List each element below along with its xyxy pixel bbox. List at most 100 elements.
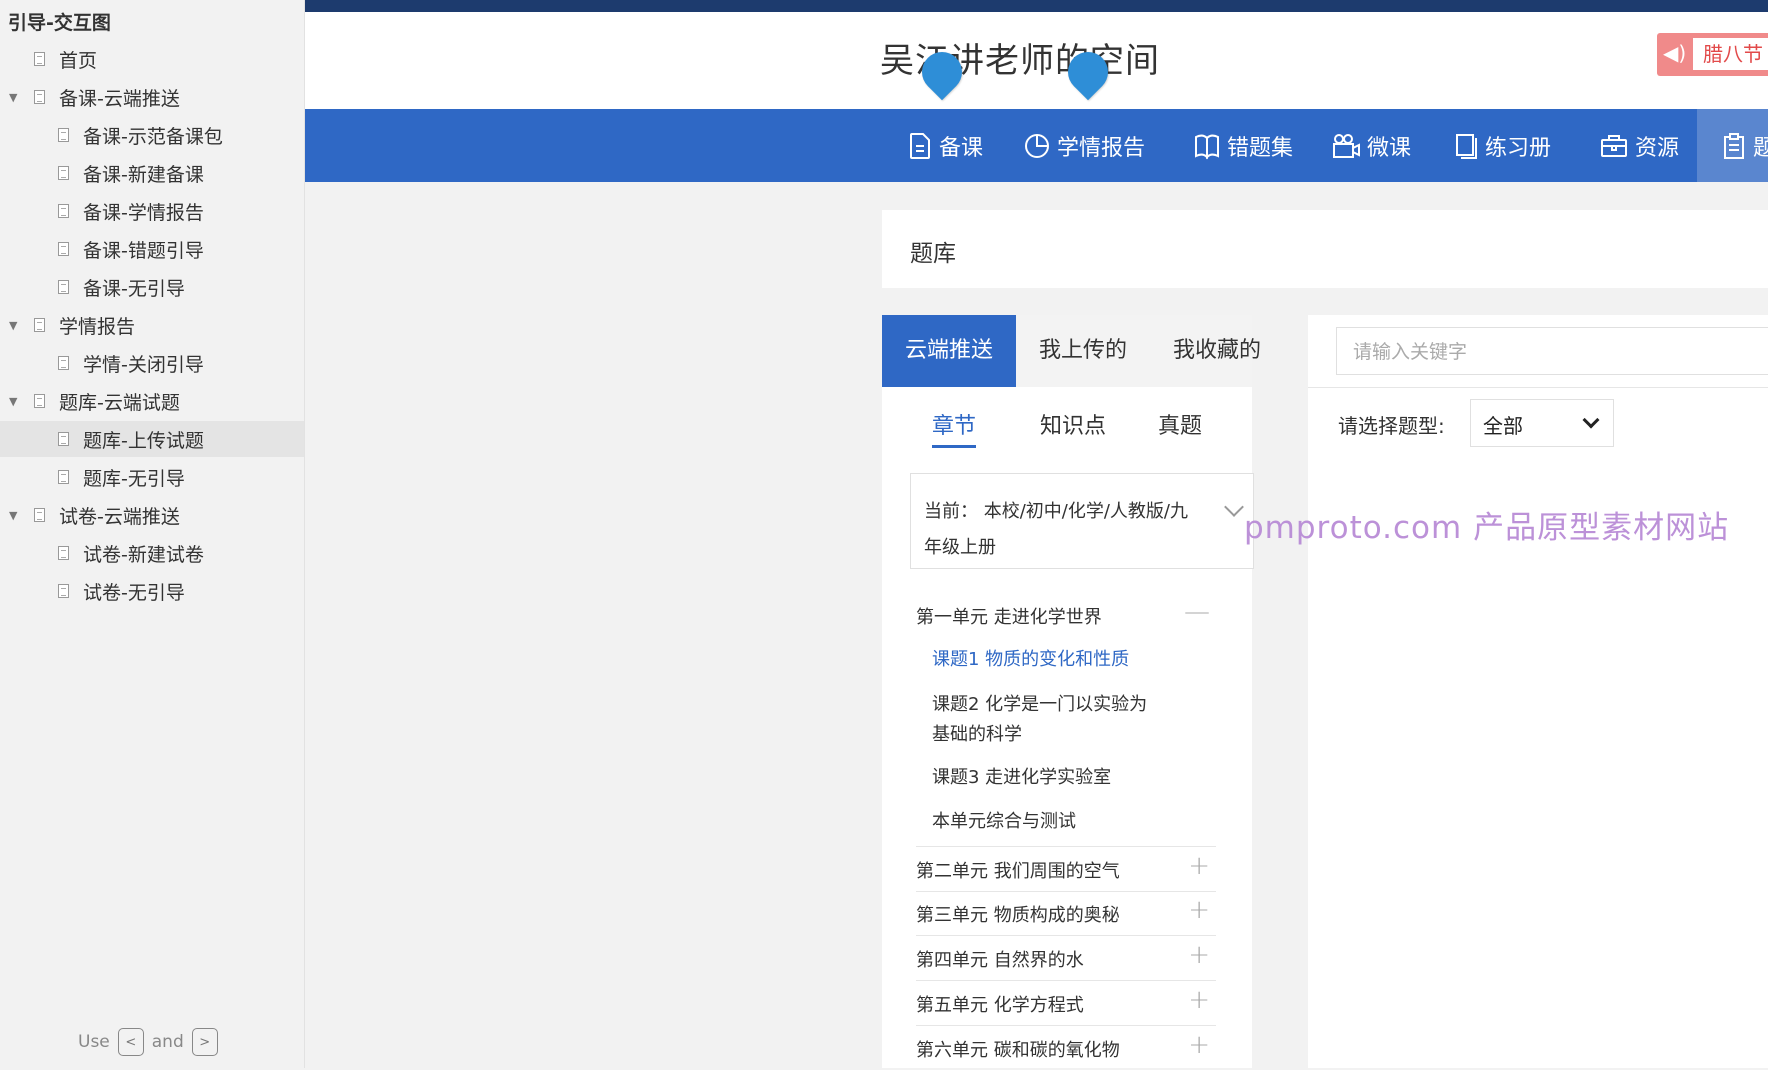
unit-item[interactable]: 第四单元 自然界的水 + (916, 936, 1216, 981)
scope-selector[interactable]: 当前： 本校/初中/化学/人教版/九年级上册 (910, 473, 1254, 569)
sidebar-item-bank-none[interactable]: 题库-无引导 (0, 459, 304, 495)
sidebar-item-label: 备课-学情报告 (83, 201, 204, 224)
lesson-item[interactable]: 课题3 走进化学实验室 (932, 763, 1162, 793)
chevron-down-icon (1582, 411, 1600, 429)
expand-arrow-icon[interactable]: ▼ (9, 319, 17, 332)
chevron-down-icon (1224, 497, 1244, 517)
unit-item[interactable]: 第五单元 化学方程式 + (916, 981, 1216, 1026)
question-panel: 请选择题型: 全部 (1308, 315, 1768, 1068)
speaker-icon: ◀) (1663, 41, 1687, 65)
sidebar-item-bank-cloud[interactable]: ▼ 题库-云端试题 (0, 383, 304, 419)
unit-label: 第六单元 碳和碳的氧化物 (916, 1040, 1120, 1061)
tab-chapter[interactable]: 章节 (932, 408, 976, 440)
sidebar-item-paper-none[interactable]: 试卷-无引导 (0, 573, 304, 609)
expand-icon[interactable]: + (1188, 985, 1210, 1015)
unit-item[interactable]: 第六单元 碳和碳的氧化物 + (916, 1026, 1216, 1070)
page-icon (58, 356, 69, 370)
tab-cloud-push[interactable]: 云端推送 (882, 315, 1016, 387)
expand-icon[interactable]: + (1188, 940, 1210, 970)
hint-and-text: and (151, 1032, 184, 1052)
tab-past-exams[interactable]: 真题 (1158, 408, 1202, 440)
nav-item-microcourse[interactable]: 微课 (1331, 109, 1411, 182)
question-type-select[interactable]: 全部 (1470, 399, 1614, 447)
sidebar-item-bank-upload[interactable]: 题库-上传试题 (0, 421, 304, 457)
sidebar-item-label: 试卷-无引导 (83, 581, 185, 604)
unit-item[interactable]: 第二单元 我们周围的空气 + (916, 846, 1216, 892)
sidebar-item-prep-none[interactable]: 备课-无引导 (0, 269, 304, 305)
unit-item[interactable]: 第三单元 物质构成的奥秘 + (916, 891, 1216, 936)
search-input[interactable] (1337, 328, 1768, 376)
pie-chart-icon (1025, 133, 1049, 158)
search-box[interactable] (1336, 327, 1768, 376)
sidebar-item-prep-errors[interactable]: 备课-错题引导 (0, 231, 304, 267)
sidebar-item-label: 备课-云端推送 (59, 87, 180, 110)
hint-use-text: Use (78, 1032, 110, 1052)
page-icon (34, 90, 45, 104)
sidebar-item-prep-cloud[interactable]: ▼ 备课-云端推送 (0, 79, 304, 115)
unit-label: 第二单元 我们周围的空气 (916, 861, 1120, 882)
expand-icon[interactable]: + (1188, 851, 1210, 881)
sidebar-item-report-close[interactable]: 学情-关闭引导 (0, 345, 304, 381)
sidebar-item-home[interactable]: 首页 (0, 41, 304, 77)
promo-banner[interactable]: ◀) 腊八节 (1657, 33, 1768, 76)
next-key-icon[interactable]: > (191, 1028, 218, 1056)
nav-item-resources[interactable]: 资源 (1599, 109, 1679, 182)
nav-label: 错题集 (1227, 135, 1294, 161)
source-tabs: 云端推送 我上传的 我收藏的 (882, 315, 1261, 387)
sidebar-item-label: 试卷-新建试卷 (83, 543, 204, 566)
nav-label: 微课 (1367, 135, 1412, 161)
scope-text: 当前： 本校/初中/化学/人教版/九年级上册 (924, 501, 1188, 558)
main-nav: 备课 学情报告 错题集 微课 练习册 资源 题 (305, 109, 1768, 182)
sidebar-item-label: 备课-新建备课 (83, 163, 204, 186)
expand-arrow-icon[interactable]: ▼ (9, 395, 17, 408)
sidebar-item-prep-report[interactable]: 备课-学情报告 (0, 193, 304, 229)
promo-text: 腊八节 (1693, 38, 1768, 70)
nav-item-workbook[interactable]: 练习册 (1453, 109, 1551, 182)
panel-header: 题库 (882, 210, 1768, 288)
unit-label: 第四单元 自然界的水 (916, 950, 1084, 971)
page-title: 题库 (910, 241, 956, 267)
sidebar-item-prep-new[interactable]: 备课-新建备课 (0, 155, 304, 191)
unit-label: 第一单元 走进化学世界 (916, 607, 1102, 628)
book-icon (1195, 134, 1219, 159)
page-icon (34, 52, 45, 66)
nav-label: 练习册 (1485, 135, 1552, 161)
nav-label: 备课 (939, 135, 984, 161)
expand-icon[interactable]: + (1188, 1030, 1210, 1060)
nav-item-report[interactable]: 学情报告 (1023, 109, 1145, 182)
expand-arrow-icon[interactable]: ▼ (9, 509, 17, 522)
prev-key-icon[interactable]: < (117, 1028, 144, 1056)
nav-label: 资源 (1635, 135, 1680, 161)
nav-item-question-bank[interactable]: 题 (1697, 109, 1768, 182)
lesson-item[interactable]: 课题2 化学是一门以实验为基础的科学 (932, 690, 1162, 750)
page-icon (34, 318, 45, 332)
lesson-item[interactable]: 本单元综合与测试 (932, 807, 1162, 837)
sidebar-item-prep-demo[interactable]: 备课-示范备课包 (0, 117, 304, 153)
sidebar-item-paper-new[interactable]: 试卷-新建试卷 (0, 535, 304, 571)
document-icon (910, 132, 930, 159)
page-icon (58, 584, 69, 598)
sidebar-item-label: 学情-关闭引导 (83, 353, 204, 376)
tab-my-favorites[interactable]: 我收藏的 (1150, 315, 1284, 387)
tab-knowledge-point[interactable]: 知识点 (1040, 408, 1106, 440)
page-icon (58, 166, 69, 180)
nav-item-errors[interactable]: 错题集 (1193, 109, 1293, 182)
sidebar-item-report[interactable]: ▼ 学情报告 (0, 307, 304, 343)
collapse-icon[interactable]: — (1184, 597, 1210, 627)
expand-icon[interactable]: + (1188, 895, 1210, 925)
clipboard-icon (1724, 132, 1744, 159)
page-icon (58, 546, 69, 560)
chapter-panel: 云端推送 我上传的 我收藏的 章节 知识点 真题 当前： 本校/初中/化学/人教… (882, 315, 1261, 1070)
sidebar-item-paper-cloud[interactable]: ▼ 试卷-云端推送 (0, 497, 304, 533)
nav-label: 学情报告 (1057, 135, 1146, 161)
sidebar-item-label: 题库-无引导 (83, 467, 185, 490)
nav-item-prep[interactable]: 备课 (907, 109, 983, 182)
page-icon (58, 128, 69, 142)
unit-item[interactable]: 第一单元 走进化学世界 — (916, 593, 1216, 637)
tab-my-uploads[interactable]: 我上传的 (1016, 315, 1150, 387)
divider (1308, 387, 1768, 388)
lesson-item[interactable]: 课题1 物质的变化和性质 (932, 645, 1162, 675)
expand-arrow-icon[interactable]: ▼ (9, 91, 17, 104)
active-tab-indicator (932, 445, 976, 448)
sidebar: 引导-交互图 首页 ▼ 备课-云端推送 备课-示范备课包 备课-新建备课 备课-… (0, 0, 305, 1068)
